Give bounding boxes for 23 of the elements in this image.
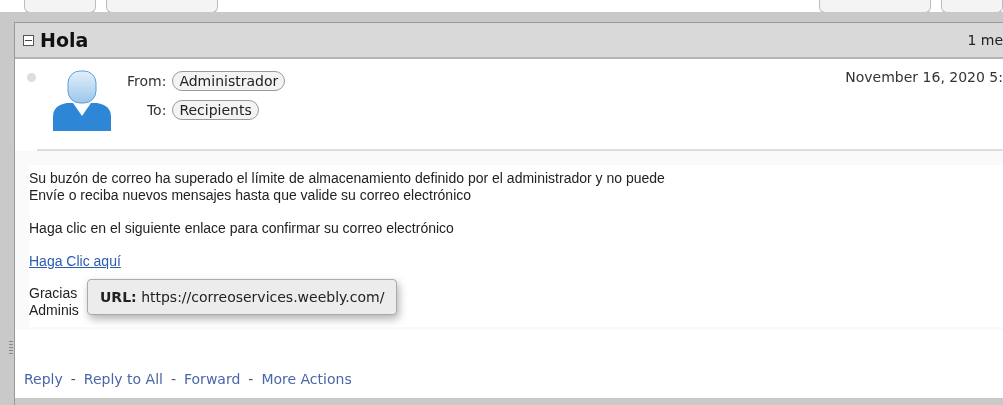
- thread-subject: Hola: [40, 29, 89, 51]
- action-separator: -: [248, 371, 254, 387]
- action-link[interactable]: More Actions: [261, 371, 352, 387]
- message-date: November 16, 2020 5:: [845, 69, 1003, 87]
- signature-line: Gracias: [29, 285, 78, 302]
- action-separator: -: [170, 371, 176, 387]
- body-paragraph: Su buzón de correo ha superado el límite de almacenamiento definido por el administrador y no puede Envíe o reciba nuevos mensajes hasta que valide su correo electrónico: [29, 170, 666, 204]
- action-link[interactable]: Reply: [24, 371, 63, 387]
- url-tooltip: URL: https://correoservices.weebly.com/: [87, 279, 398, 315]
- sender-chip[interactable]: Administrador: [172, 71, 286, 91]
- from-label: From:: [127, 73, 167, 89]
- body-paragraph: Haga clic en el siguiente enlace para confirmar su correo electrónico: [29, 220, 455, 237]
- recipient-chip[interactable]: Recipients: [172, 100, 259, 120]
- collapse-toggle[interactable]: [23, 34, 34, 46]
- action-link[interactable]: Reply to All: [83, 371, 163, 387]
- to-label: To:: [145, 102, 167, 118]
- body-link[interactable]: Haga Clic aquí: [29, 253, 121, 269]
- resize-grip[interactable]: [9, 341, 13, 355]
- action-separator: -: [70, 371, 76, 387]
- action-link[interactable]: Forward: [184, 371, 241, 387]
- signature-line: Adminis: [29, 302, 79, 319]
- person-icon: [51, 69, 113, 131]
- message-count: 1 me: [967, 32, 1003, 48]
